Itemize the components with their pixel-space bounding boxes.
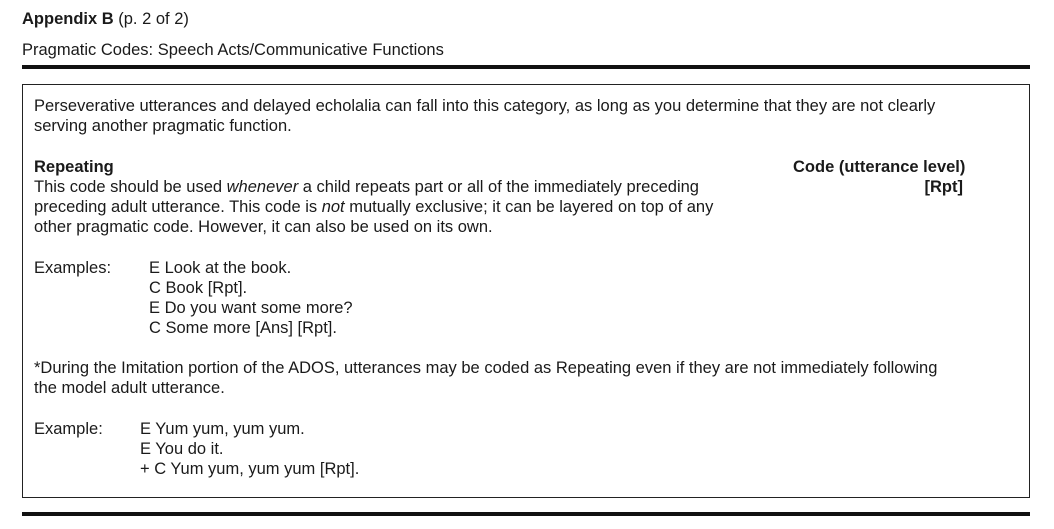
- code-value: [Rpt]: [924, 178, 963, 196]
- definition-line-1: This code should be used whenever a chil…: [34, 177, 699, 198]
- page-indicator: (p. 2 of 2): [118, 10, 189, 28]
- definition-line-1-a: This code should be used: [34, 178, 227, 196]
- top-rule: [22, 65, 1030, 69]
- definition-line-3: other pragmatic code. However, it can al…: [34, 218, 493, 236]
- page-subtitle: Pragmatic Codes: Speech Acts/Communicati…: [22, 41, 444, 59]
- example-utterance: + C Yum yum, yum yum [Rpt].: [140, 460, 360, 478]
- example-label: Example:: [34, 420, 103, 438]
- appendix-label: Appendix B: [22, 10, 114, 28]
- definition-line-2-b: mutually exclusive; it can be layered on…: [344, 198, 714, 216]
- note-line-2: the model adult utterance.: [34, 379, 225, 397]
- intro-line-2: serving another pragmatic function.: [34, 117, 292, 135]
- note-line-1: *During the Imitation portion of the ADO…: [34, 359, 938, 377]
- bottom-rule: [22, 512, 1030, 516]
- code-heading: Code (utterance level): [793, 158, 966, 176]
- definition-line-1-emphasis: whenever: [226, 178, 299, 196]
- definition-line-1-b: a child repeats part or all of the immed…: [298, 178, 699, 196]
- content-box: Perseverative utterances and delayed ech…: [22, 84, 1030, 498]
- definition-line-2-emphasis: not: [321, 198, 345, 216]
- definition-line-2: preceding adult utterance. This code is …: [34, 197, 713, 218]
- section-heading-repeating: Repeating: [34, 158, 114, 176]
- example-utterance: C Some more [Ans] [Rpt].: [149, 319, 337, 337]
- example-utterance: E Yum yum, yum yum.: [140, 420, 305, 438]
- example-utterance: E You do it.: [140, 440, 224, 458]
- examples-label: Examples:: [34, 259, 112, 277]
- page-header-title: Appendix B (p. 2 of 2): [22, 9, 189, 29]
- example-utterance: C Book [Rpt].: [149, 279, 248, 297]
- definition-line-2-a: preceding adult utterance. This code is: [34, 198, 322, 216]
- example-utterance: E Do you want some more?: [149, 299, 353, 317]
- example-utterance: E Look at the book.: [149, 259, 292, 277]
- intro-line-1: Perseverative utterances and delayed ech…: [34, 97, 936, 115]
